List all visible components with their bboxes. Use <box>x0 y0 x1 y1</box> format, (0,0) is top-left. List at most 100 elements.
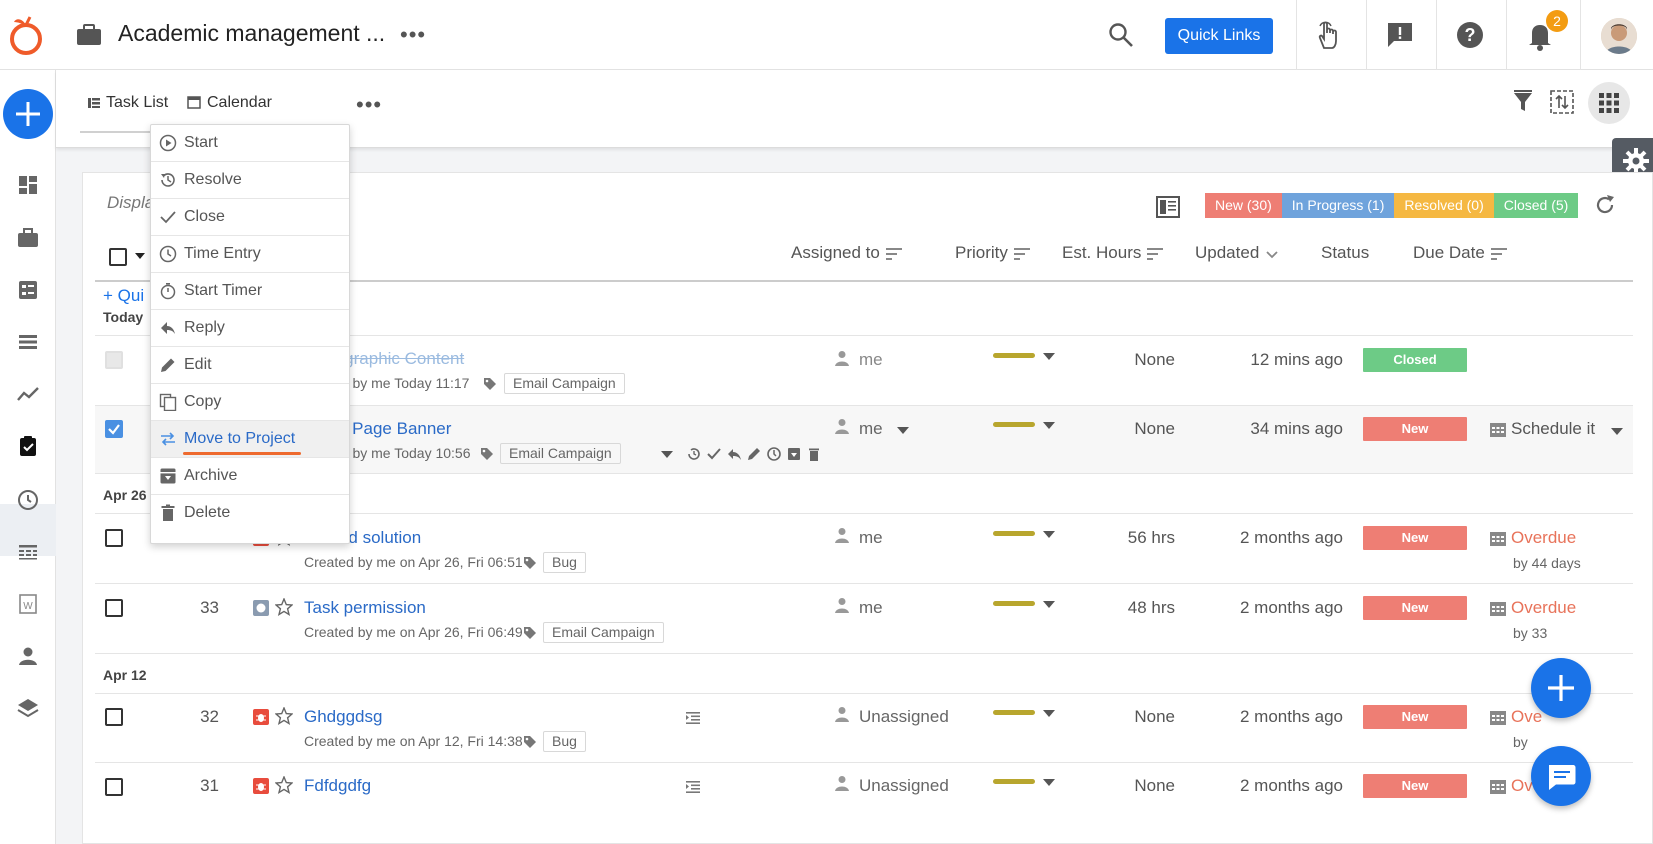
row-checkbox[interactable] <box>105 708 123 726</box>
task-due-date[interactable]: Overdue <box>1511 528 1576 548</box>
priority-indicator[interactable] <box>993 353 1035 358</box>
priority-caret-icon[interactable] <box>1043 779 1055 786</box>
task-title[interactable]: Task permission <box>304 598 426 618</box>
status-pill-closed[interactable]: Closed (5) <box>1493 193 1579 218</box>
more-views-icon[interactable]: ••• <box>356 92 382 118</box>
task-assignee[interactable]: me <box>859 350 883 370</box>
row-checkbox[interactable] <box>105 529 123 547</box>
task-title[interactable]: Ghdggdsg <box>304 707 382 727</box>
checklist-icon[interactable] <box>16 278 40 302</box>
priority-indicator[interactable] <box>993 601 1035 606</box>
due-date-caret-icon[interactable] <box>1611 428 1623 435</box>
priority-caret-icon[interactable] <box>1043 531 1055 538</box>
avatar[interactable] <box>1601 18 1637 54</box>
priority-indicator[interactable] <box>993 779 1035 784</box>
star-icon[interactable] <box>275 707 293 725</box>
quick-add-link[interactable]: + Qui <box>103 286 144 306</box>
assignee-caret-icon[interactable] <box>897 427 909 434</box>
history-icon[interactable] <box>686 446 702 462</box>
status-pill-resolved[interactable]: Resolved (0) <box>1394 193 1494 218</box>
status-badge[interactable]: New <box>1363 596 1467 620</box>
task-tag[interactable]: Bug <box>543 552 586 573</box>
filter-icon[interactable] <box>1512 90 1534 114</box>
row-checkbox[interactable] <box>105 599 123 617</box>
clock-icon[interactable] <box>766 446 782 462</box>
star-icon[interactable] <box>275 776 293 794</box>
menu-item-reply[interactable]: Reply <box>151 310 349 347</box>
status-pill-in-progress[interactable]: In Progress (1) <box>1281 193 1395 218</box>
menu-item-resolve[interactable]: Resolve <box>151 162 349 199</box>
tab-calendar[interactable]: Calendar <box>187 94 272 112</box>
column-priority[interactable]: Priority <box>955 243 1030 263</box>
more-tags-caret-icon[interactable] <box>661 451 673 458</box>
add-task-fab[interactable] <box>1531 658 1591 718</box>
layers-icon[interactable] <box>16 696 40 720</box>
task-assignee[interactable]: me <box>859 598 883 618</box>
trash-icon[interactable] <box>806 446 822 462</box>
priority-caret-icon[interactable] <box>1043 353 1055 360</box>
project-more-icon[interactable]: ••• <box>400 22 426 48</box>
create-new-button[interactable] <box>3 89 53 139</box>
status-badge[interactable]: Closed <box>1363 348 1467 372</box>
menu-item-archive[interactable]: Archive <box>151 458 349 495</box>
touch-hand-icon[interactable] <box>1312 18 1344 52</box>
select-all-checkbox[interactable] <box>109 248 127 266</box>
row-checkbox-checked[interactable] <box>105 420 123 438</box>
status-pill-new[interactable]: New (30) <box>1205 193 1282 218</box>
star-icon[interactable] <box>275 598 293 616</box>
column-status[interactable]: Status <box>1321 243 1369 263</box>
priority-indicator[interactable] <box>993 422 1035 427</box>
row-checkbox[interactable] <box>105 778 123 796</box>
list-icon[interactable] <box>16 330 40 354</box>
pencil-icon[interactable] <box>746 446 762 462</box>
priority-indicator[interactable] <box>993 531 1035 536</box>
menu-item-move-to-project[interactable]: Move to Project <box>151 421 349 458</box>
menu-item-copy[interactable]: Copy <box>151 384 349 421</box>
menu-item-edit[interactable]: Edit <box>151 347 349 384</box>
help-icon[interactable]: ? <box>1454 18 1486 52</box>
clock-icon[interactable] <box>16 488 40 512</box>
column-updated[interactable]: Updated <box>1195 243 1279 263</box>
task-tag[interactable]: Email Campaign <box>500 443 621 464</box>
bulk-select-caret-icon[interactable] <box>135 253 145 259</box>
user-icon[interactable] <box>16 644 40 668</box>
task-assignee[interactable]: Unassigned <box>859 776 949 796</box>
status-badge[interactable]: New <box>1363 526 1467 550</box>
priority-caret-icon[interactable] <box>1043 710 1055 717</box>
task-tag[interactable]: Email Campaign <box>543 622 664 643</box>
layout-toggle-icon[interactable] <box>1155 195 1181 219</box>
task-title[interactable]: fographic Content <box>330 349 464 369</box>
menu-item-start[interactable]: Start <box>151 125 349 162</box>
priority-indicator[interactable] <box>993 710 1035 715</box>
task-due-date[interactable]: Overdue <box>1511 598 1576 618</box>
sort-order-icon[interactable] <box>1548 88 1576 116</box>
task-tag[interactable]: Email Campaign <box>504 373 625 394</box>
priority-caret-icon[interactable] <box>1043 422 1055 429</box>
projects-briefcase-icon[interactable] <box>16 226 40 250</box>
wiki-icon[interactable]: W <box>16 592 40 616</box>
task-title[interactable]: Fdfdgdfg <box>304 776 371 796</box>
task-tag[interactable]: Bug <box>543 731 586 752</box>
menu-item-time-entry[interactable]: Time Entry <box>151 236 349 273</box>
quick-links-button[interactable]: Quick Links <box>1165 18 1273 54</box>
check-icon[interactable] <box>706 446 722 462</box>
tab-task-list[interactable]: Task List <box>88 94 168 112</box>
refresh-icon[interactable] <box>1593 193 1617 217</box>
reply-icon[interactable] <box>726 446 742 462</box>
menu-item-close[interactable]: Close <box>151 199 349 236</box>
column-due-date[interactable]: Due Date <box>1413 243 1507 263</box>
task-title[interactable]: e Page Banner <box>338 419 451 439</box>
chat-fab[interactable] <box>1531 746 1591 806</box>
app-logo-icon[interactable] <box>6 12 46 58</box>
column-est-hours[interactable]: Est. Hours <box>1062 243 1164 263</box>
menu-item-delete[interactable]: Delete <box>151 495 349 532</box>
timesheet-icon[interactable] <box>16 540 40 564</box>
archive-icon[interactable] <box>786 446 802 462</box>
row-checkbox[interactable] <box>105 351 123 369</box>
apps-grid-button[interactable] <box>1588 82 1630 124</box>
priority-caret-icon[interactable] <box>1043 601 1055 608</box>
column-assigned-to[interactable]: Assigned to <box>791 243 902 263</box>
search-icon[interactable] <box>1108 22 1134 48</box>
status-badge[interactable]: New <box>1363 417 1467 441</box>
task-assignee[interactable]: me <box>859 528 883 548</box>
